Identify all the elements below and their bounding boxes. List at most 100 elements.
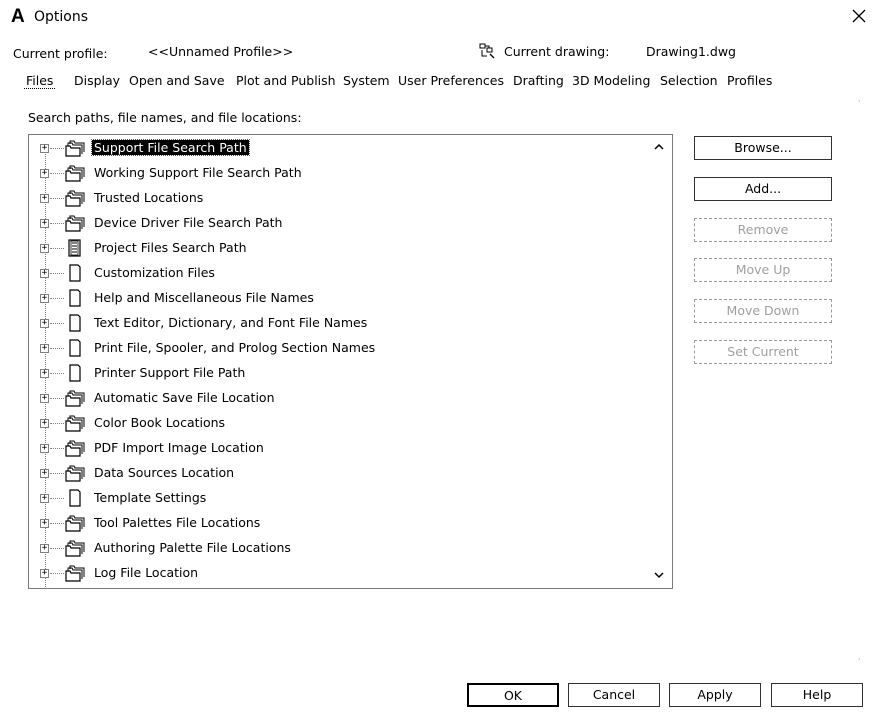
cancel-button[interactable]: Cancel	[568, 683, 660, 707]
expand-plus-icon[interactable]: +	[40, 344, 49, 353]
expand-plus-icon[interactable]: +	[40, 144, 49, 153]
window-title: Options	[34, 9, 89, 25]
set-current-button[interactable]: Set Current	[694, 340, 832, 364]
tree-item[interactable]: + Trusted Locations	[29, 187, 649, 211]
close-button[interactable]	[849, 6, 869, 26]
tab-drafting[interactable]: Drafting	[511, 73, 566, 88]
apply-button[interactable]: Apply	[669, 683, 761, 707]
current-drawing-label: Current drawing:	[504, 44, 610, 59]
current-drawing-value: Drawing1.dwg	[646, 44, 736, 59]
tree-connector	[50, 473, 64, 474]
ok-button[interactable]: OK	[467, 683, 559, 707]
folders-icon	[65, 538, 87, 558]
tab-selection[interactable]: Selection	[658, 73, 720, 88]
tree-item[interactable]: + Customization Files	[29, 262, 649, 286]
tab-plot-and-publish[interactable]: Plot and Publish	[234, 73, 338, 88]
expand-plus-icon[interactable]: +	[40, 394, 49, 403]
tree-item[interactable]: + Color Book Locations	[29, 412, 649, 436]
current-profile-value: <<Unnamed Profile>>	[148, 44, 294, 59]
expand-plus-icon[interactable]: +	[40, 419, 49, 428]
expand-plus-icon[interactable]: +	[40, 244, 49, 253]
tree-item-label: Log File Location	[94, 565, 199, 580]
tree-item[interactable]: + Printer Support File Path	[29, 362, 649, 386]
document-icon	[65, 338, 87, 358]
tab-profiles[interactable]: Profiles	[725, 73, 774, 88]
tree-item[interactable]: + Log File Location	[29, 562, 649, 586]
tree-connector	[50, 273, 64, 274]
add-button[interactable]: Add...	[694, 177, 832, 201]
tree-item[interactable]: + Working Support File Search Path	[29, 162, 649, 186]
expand-plus-icon[interactable]: +	[40, 444, 49, 453]
tree-connector	[50, 348, 64, 349]
tree-item-label: PDF Import Image Location	[94, 440, 264, 455]
folders-icon	[65, 388, 87, 408]
tab-system[interactable]: System	[341, 73, 392, 88]
folders-icon	[65, 563, 87, 583]
document-icon	[65, 288, 87, 308]
expand-plus-icon[interactable]: +	[40, 169, 49, 178]
tree-connector	[50, 398, 64, 399]
expand-plus-icon[interactable]: +	[40, 544, 49, 553]
expand-plus-icon[interactable]: +	[40, 319, 49, 328]
tree-connector	[50, 373, 64, 374]
folders-icon	[65, 163, 87, 183]
expand-plus-icon[interactable]: +	[40, 219, 49, 228]
tree-connector	[50, 548, 64, 549]
scroll-up-button[interactable]	[652, 140, 666, 154]
resize-grip-bottom: ·	[858, 655, 861, 664]
tree-item[interactable]: + Print File, Spooler, and Prolog Section…	[29, 337, 649, 361]
tree-connector	[50, 198, 64, 199]
tree-connector	[50, 248, 64, 249]
expand-plus-icon[interactable]: +	[40, 369, 49, 378]
expand-plus-icon[interactable]: +	[40, 294, 49, 303]
expand-plus-icon[interactable]: +	[40, 194, 49, 203]
tree-item-label: Text Editor, Dictionary, and Font File N…	[94, 315, 368, 330]
tab-display[interactable]: Display	[72, 73, 122, 88]
tree-item-label: Template Settings	[94, 490, 207, 505]
expand-plus-icon[interactable]: +	[40, 469, 49, 478]
tree-item[interactable]: + Project Files Search Path	[29, 237, 649, 261]
tree-item-label: Project Files Search Path	[94, 240, 247, 255]
search-paths-tree[interactable]: + Support File Search Path + Working Suppor…	[28, 134, 673, 589]
tree-item[interactable]: + Help and Miscellaneous File Names	[29, 287, 649, 311]
remove-button[interactable]: Remove	[694, 218, 832, 242]
document-icon	[65, 313, 87, 333]
tree-item[interactable]: + Authoring Palette File Locations	[29, 537, 649, 561]
folders-icon	[65, 138, 87, 158]
tree-item-label: Help and Miscellaneous File Names	[94, 290, 314, 305]
move-up-button[interactable]: Move Up	[694, 258, 832, 282]
resize-grip-top: ·	[858, 97, 861, 106]
expand-plus-icon[interactable]: +	[40, 569, 49, 578]
tab-open-and-save[interactable]: Open and Save	[127, 73, 227, 88]
tree-item[interactable]: + Data Sources Location	[29, 462, 649, 486]
tree-item[interactable]: + Device Driver File Search Path	[29, 212, 649, 236]
project-icon	[65, 238, 87, 258]
expand-plus-icon[interactable]: +	[40, 519, 49, 528]
drawing-icon	[478, 42, 496, 60]
tab-files[interactable]: Files	[24, 73, 56, 89]
browse-button[interactable]: Browse...	[694, 136, 832, 160]
move-down-button[interactable]: Move Down	[694, 299, 832, 323]
tab-user-preferences[interactable]: User Preferences	[396, 73, 506, 88]
folders-icon	[65, 413, 87, 433]
tree-item[interactable]: + Text Editor, Dictionary, and Font File …	[29, 312, 649, 336]
tab-3d-modeling[interactable]: 3D Modeling	[570, 73, 652, 88]
tree-item-label: Data Sources Location	[94, 465, 235, 480]
document-icon	[65, 363, 87, 383]
scroll-down-button[interactable]	[652, 568, 666, 582]
expand-plus-icon[interactable]: +	[40, 269, 49, 278]
tree-item[interactable]: + Automatic Save File Location	[29, 387, 649, 411]
tree-connector	[50, 573, 64, 574]
expand-plus-icon[interactable]: +	[40, 494, 49, 503]
help-button[interactable]: Help	[771, 683, 863, 707]
tree-item-label: Print File, Spooler, and Prolog Section …	[94, 340, 376, 355]
tree-item[interactable]: + Support File Search Path	[29, 137, 649, 161]
document-icon	[65, 263, 87, 283]
tree-item-label: Support File Search Path	[91, 139, 250, 156]
tree-item[interactable]: + PDF Import Image Location	[29, 437, 649, 461]
tree-item[interactable]: + Template Settings	[29, 487, 649, 511]
tree-connector	[50, 223, 64, 224]
folders-icon	[65, 213, 87, 233]
tree-item[interactable]: + Tool Palettes File Locations	[29, 512, 649, 536]
tree-connector	[50, 498, 64, 499]
